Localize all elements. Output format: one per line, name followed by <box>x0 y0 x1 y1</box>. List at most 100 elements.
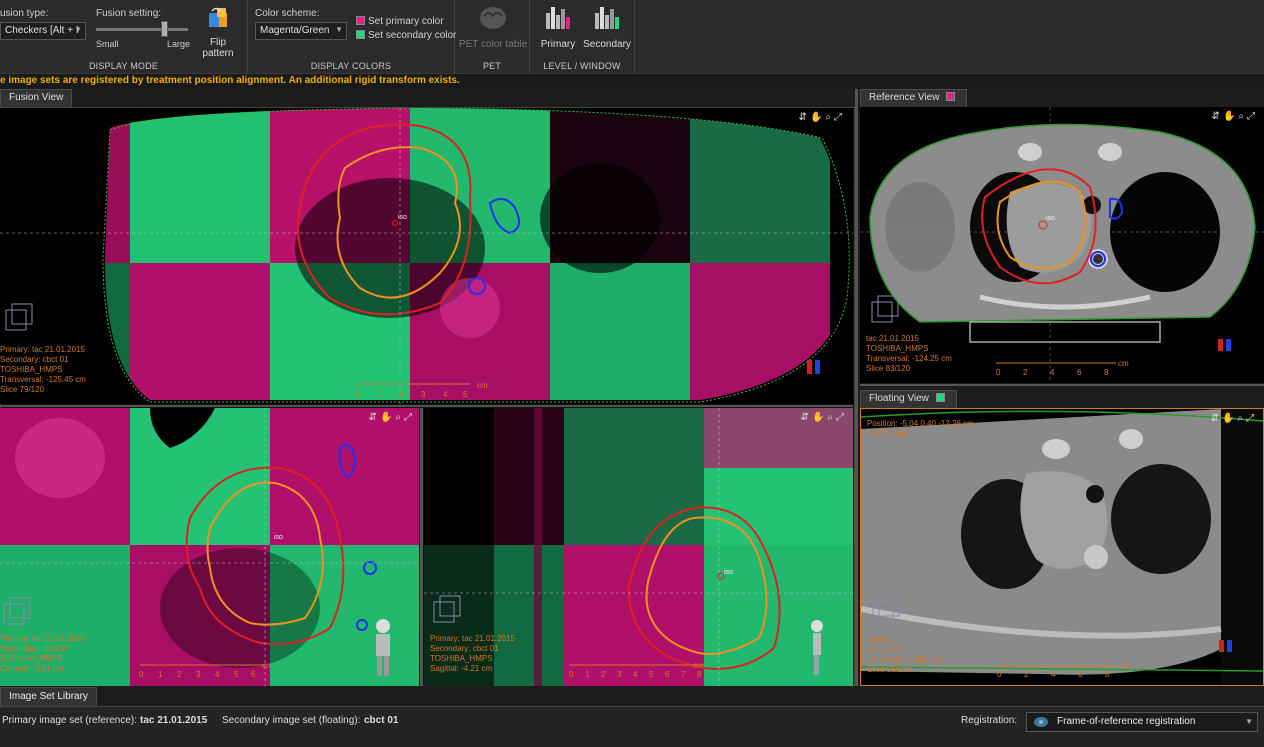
set-secondary-color-button[interactable]: Set secondary color <box>356 30 456 41</box>
horizontal-splitter[interactable] <box>0 405 853 407</box>
secondary-image-set-label: Secondary image set (floating): <box>222 715 361 726</box>
iso-marker-label: iso <box>724 569 733 576</box>
right-horizontal-splitter[interactable] <box>860 384 1264 386</box>
scale-tick-label: 6 <box>665 670 670 679</box>
slider-min-label: Small <box>96 39 119 49</box>
tab-floating-view[interactable]: Floating View <box>860 390 957 408</box>
info-line: Secondary: cbct 01 <box>0 644 69 653</box>
scale-tick-label: 0 <box>355 390 360 399</box>
primary-color-swatch <box>946 92 956 101</box>
window-level-icon[interactable]: ⇵ <box>799 112 810 123</box>
fusion-coronal-view[interactable]: iso ⇵✋⌕⤢ Primary: tac 21.01.2015 Seconda… <box>0 408 419 686</box>
level-window-title: LEVEL / WINDOW <box>543 61 621 71</box>
pet-color-table-button[interactable]: PET color table <box>457 4 529 50</box>
chevron-down-icon: ▼ <box>74 25 82 34</box>
scale-tick-label: 3 <box>421 390 426 399</box>
primary-image-set-value: tac 21.01.2015 <box>140 715 208 726</box>
registration-icon <box>1034 717 1048 727</box>
secondary-image-set-value: cbct 01 <box>364 715 399 726</box>
pan-hand-icon[interactable]: ✋ <box>1222 413 1237 424</box>
pan-hand-icon[interactable]: ✋ <box>810 112 825 123</box>
reference-view-info: tac 21.01.2015 TOSHIBA_HMPS Transversal:… <box>866 334 952 374</box>
tab-fusion-view[interactable]: Fusion View <box>0 89 73 107</box>
scale-tick-label: 6 <box>1077 368 1082 377</box>
floating-view-position-info: Position: -5.04 0.40 -12.26 cm CBCT: -66… <box>867 419 974 439</box>
maximize-icon[interactable]: ⤢ <box>834 112 845 123</box>
registration-select[interactable]: Frame-of-reference registration ▼ <box>1026 712 1258 732</box>
chevron-down-icon: ▼ <box>335 25 343 34</box>
tab-reference-view[interactable]: Reference View <box>860 89 968 107</box>
pan-hand-icon[interactable]: ✋ <box>1223 111 1238 122</box>
flip-pattern-label: Flip pattern <box>202 37 234 59</box>
info-line: TOSHIBA_HMPS <box>0 365 63 374</box>
info-line: Primary: tac 21.01.2015 <box>0 345 85 354</box>
window-level-icon[interactable]: ⇵ <box>1212 111 1223 122</box>
vertical-splitter[interactable] <box>420 408 423 686</box>
primary-level-window-button[interactable]: Primary <box>536 3 580 50</box>
maximize-icon[interactable]: ⤢ <box>1247 111 1258 122</box>
window-level-icon[interactable]: ⇵ <box>369 412 380 423</box>
primary-image-set-label: Primary image set (reference): <box>2 715 138 726</box>
floating-view-label: Floating View <box>869 393 929 404</box>
zoom-icon[interactable]: ⌕ <box>827 412 836 423</box>
scale-unit: cm <box>477 381 488 390</box>
secondary-color-swatch <box>935 393 945 402</box>
zoom-icon[interactable]: ⌕ <box>1238 111 1247 122</box>
fusion-slider-track[interactable] <box>96 28 188 31</box>
tab-image-set-library[interactable]: Image Set Library <box>0 687 97 706</box>
scale-tick-label: 8 <box>1105 670 1110 679</box>
status-bar: Primary image set (reference): tac 21.01… <box>0 706 1264 747</box>
scale-tick-label: 5 <box>234 670 239 679</box>
maximize-icon[interactable]: ⤢ <box>1246 413 1257 424</box>
scale-tick-label: 4 <box>1050 368 1055 377</box>
reference-view[interactable]: iso ⇵✋⌕⤢ tac 21.01.2015 TOSHIBA_HMPS Tra… <box>860 107 1264 383</box>
zoom-icon[interactable]: ⌕ <box>825 112 834 123</box>
fusion-sagittal-view[interactable]: iso ⇵✋⌕⤢ Primary: tac 21.01.2015 Seconda… <box>424 408 853 686</box>
pet-title: PET <box>482 61 502 71</box>
zoom-icon[interactable]: ⌕ <box>395 412 404 423</box>
window-level-icon[interactable]: ⇵ <box>801 412 812 423</box>
scale-tick-label: 7 <box>681 670 686 679</box>
pan-hand-icon[interactable]: ✋ <box>812 412 827 423</box>
fusion-transversal-info: Primary: tac 21.01.2015 Secondary: cbct … <box>0 345 86 395</box>
info-line: Elekta XVI <box>867 645 905 654</box>
pan-hand-icon[interactable]: ✋ <box>380 412 395 423</box>
app-window: usion type: Checkers [Alt + I ▼ Fusion s… <box>0 0 1264 747</box>
info-line: Secondary: cbct 01 <box>0 355 69 364</box>
maximize-icon[interactable]: ⤢ <box>404 412 415 423</box>
zoom-icon[interactable]: ⌕ <box>1237 413 1246 424</box>
fusion-type-select[interactable]: Checkers [Alt + I ▼ <box>0 22 86 40</box>
view-tools-toolbar: ⇵✋⌕⤢ <box>1212 111 1258 122</box>
scale-tick-label: 0 <box>139 670 144 679</box>
chevron-down-icon: ▼ <box>1245 717 1253 726</box>
floating-view[interactable]: ⇵✋⌕⤢ Position: -5.04 0.40 -12.26 cm CBCT… <box>860 408 1264 686</box>
scale-tick-label: 0 <box>569 670 574 679</box>
info-line: Coronal: -2.01 cm <box>0 664 64 673</box>
scale-tick-label: 2 <box>399 390 404 399</box>
view-tools-toolbar: ⇵✋⌕⤢ <box>801 412 847 423</box>
color-scheme-label: Color scheme: <box>255 8 320 19</box>
fusion-sagittal-info: Primary: tac 21.01.2015 Secondary: cbct … <box>430 634 515 674</box>
flip-pattern-button[interactable]: Flip pattern <box>193 5 243 59</box>
scale-tick-label: 5 <box>649 670 654 679</box>
scale-tick-label: 2 <box>177 670 182 679</box>
secondary-level-window-button[interactable]: Secondary <box>582 3 632 50</box>
info-line: Position: -5.04 0.40 -12.26 cm <box>867 419 974 428</box>
maximize-icon[interactable]: ⤢ <box>836 412 847 423</box>
display-mode-group: usion type: Checkers [Alt + I ▼ Fusion s… <box>0 0 248 74</box>
info-line: Primary: tac 21.01.2015 <box>0 634 85 643</box>
color-scheme-select[interactable]: Magenta/Green ▼ <box>255 22 347 40</box>
window-level-icon[interactable]: ⇵ <box>1211 413 1222 424</box>
scale-tick-label: 1 <box>585 670 590 679</box>
pet-color-table-label: PET color table <box>458 39 528 50</box>
fusion-transversal-view[interactable]: iso ⇵✋⌕⤢ Primary: tac 21.01.2015 Seconda… <box>0 108 853 404</box>
info-line: TOSHIBA_HMPS <box>0 654 63 663</box>
floating-view-info: cbct 01 Elekta XVI Transversal: 0.40 cm … <box>867 635 941 675</box>
pet-group: PET color table PET <box>455 0 530 74</box>
scale-tick-label: 0 <box>996 368 1001 377</box>
set-primary-color-button[interactable]: Set primary color <box>356 16 444 27</box>
right-panel-splitter[interactable] <box>855 89 858 686</box>
scale-tick-label: 2 <box>1024 670 1029 679</box>
fusion-slider-thumb[interactable] <box>161 21 168 37</box>
info-line: tac 21.01.2015 <box>866 334 919 343</box>
